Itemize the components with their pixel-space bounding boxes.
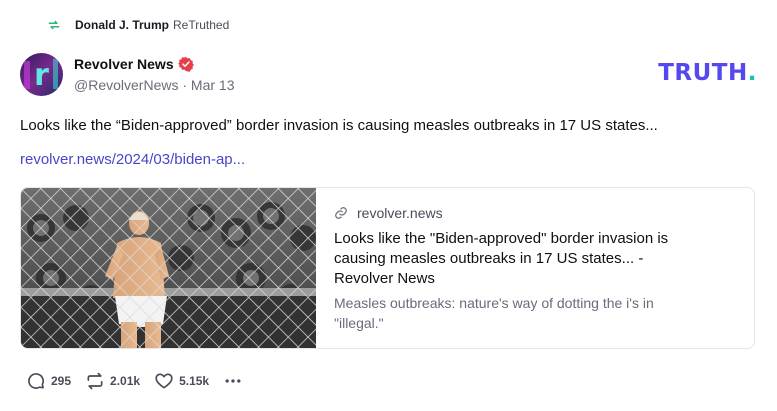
post-link[interactable]: revolver.news/2024/03/biden-ap... <box>20 151 245 168</box>
truth-logo[interactable]: TRUTH. <box>658 60 757 86</box>
card-title: Looks like the "Biden-approved" border i… <box>334 230 669 287</box>
retruth-count: 2.01k <box>110 374 141 388</box>
retruth-user[interactable]: Donald J. Trump <box>75 18 169 32</box>
retruth-icon <box>48 20 60 30</box>
retruth-label: ReTruthed <box>173 18 230 32</box>
card-image[interactable] <box>21 188 316 348</box>
like-button[interactable]: 5.15k <box>154 371 209 391</box>
retruth-banner: Donald J. Trump ReTruthed <box>47 18 229 32</box>
author-header: r Revolver News @RevolverNews · Mar 13 <box>20 53 234 96</box>
avatar-letter: r <box>34 58 49 93</box>
verified-badge-icon <box>177 57 194 72</box>
avatar[interactable]: r <box>20 53 63 96</box>
author-name[interactable]: Revolver News <box>74 56 174 72</box>
card-domain: revolver.news <box>357 205 443 221</box>
card-description: Measles outbreaks: nature's way of dotti… <box>334 295 654 331</box>
post-text: Looks like the “Biden-approved” border i… <box>20 117 658 134</box>
link-icon <box>335 207 347 219</box>
reply-button[interactable]: 295 <box>26 371 71 391</box>
link-preview-card[interactable]: revolver.news Looks like the "Biden-appr… <box>20 187 755 349</box>
heart-icon <box>155 373 173 389</box>
author-handle-date: @RevolverNews · Mar 13 <box>74 77 235 93</box>
retruth-icon <box>87 372 103 390</box>
more-dots-icon[interactable] <box>223 371 243 391</box>
action-bar: 295 2.01k 5.15k <box>26 371 243 391</box>
reply-count: 295 <box>51 374 72 388</box>
like-count: 5.15k <box>179 374 210 388</box>
reply-icon <box>28 373 44 389</box>
retruth-button[interactable]: 2.01k <box>85 371 140 391</box>
